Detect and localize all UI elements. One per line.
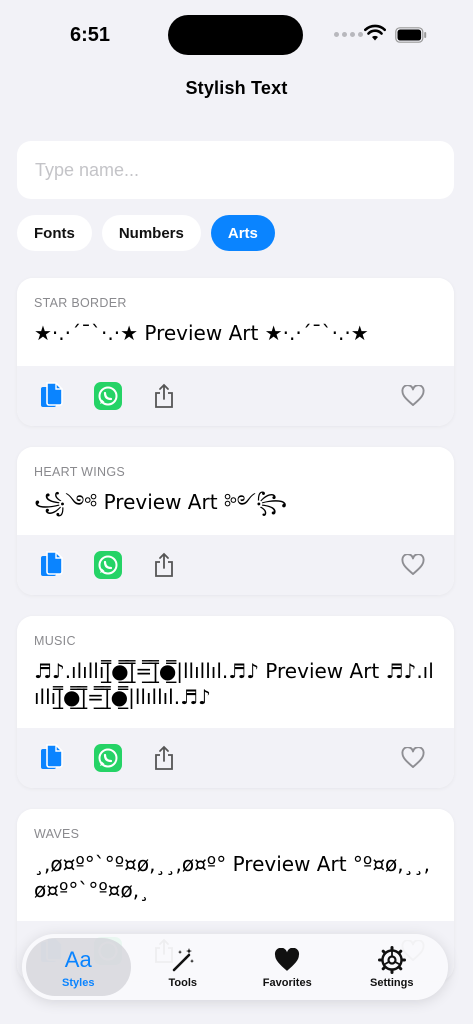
heart-outline-icon xyxy=(401,554,425,575)
card-actions xyxy=(17,366,454,426)
cellular-signal-icon xyxy=(334,32,363,37)
whatsapp-button[interactable] xyxy=(93,743,123,773)
share-icon xyxy=(155,745,173,770)
share-button[interactable] xyxy=(149,550,179,580)
share-icon xyxy=(155,552,173,577)
tab-label: Tools xyxy=(168,976,197,989)
tab-label: Settings xyxy=(370,976,414,989)
gear-icon xyxy=(377,945,406,974)
style-preview[interactable]: ꧁༺ Preview Art ༻꧂ xyxy=(34,489,437,515)
whatsapp-icon xyxy=(94,382,122,410)
status-time: 6:51 xyxy=(70,24,111,46)
battery-icon xyxy=(395,27,427,43)
wifi-icon xyxy=(364,24,386,41)
category-chips: Fonts Numbers Arts xyxy=(17,215,275,251)
copy-icon xyxy=(41,744,63,769)
copy-icon xyxy=(41,382,63,407)
aa-icon: Aa xyxy=(64,946,92,972)
copy-button[interactable] xyxy=(37,743,67,773)
tab-tools[interactable]: Tools xyxy=(131,938,236,996)
style-card: STAR BORDER ★·.·´¯`·.·★ Preview Art ★·.·… xyxy=(17,278,454,426)
style-preview[interactable]: ♬♪.ılıllı|̲̅̅●̲̅̅|̲̅̅=̲̅̅|̲̅̅●̲̅̅|llıllı… xyxy=(34,658,437,710)
style-preview[interactable]: ★·.·´¯`·.·★ Preview Art ★·.·´¯`·.·★ xyxy=(34,320,437,346)
style-card: MUSIC ♬♪.ılıllı|̲̅̅●̲̅̅|̲̅̅=̲̅̅|̲̅̅●̲̅̅|… xyxy=(17,616,454,788)
copy-button[interactable] xyxy=(37,550,67,580)
copy-button[interactable] xyxy=(37,381,67,411)
heart-outline-icon xyxy=(401,385,425,406)
status-bar: 6:51 xyxy=(0,0,473,70)
favorite-button[interactable] xyxy=(398,381,428,411)
whatsapp-icon xyxy=(94,551,122,579)
style-name: STAR BORDER xyxy=(34,296,127,310)
magic-wand-icon xyxy=(172,947,194,971)
tab-favorites[interactable]: Favorites xyxy=(235,938,340,996)
share-icon xyxy=(155,383,173,408)
style-card: HEART WINGS ꧁༺ Preview Art ༻꧂ xyxy=(17,447,454,595)
chip-fonts[interactable]: Fonts xyxy=(17,215,92,251)
card-actions xyxy=(17,728,454,788)
heart-icon xyxy=(275,947,300,971)
whatsapp-button[interactable] xyxy=(93,381,123,411)
chip-numbers[interactable]: Numbers xyxy=(101,215,201,251)
whatsapp-icon xyxy=(94,744,122,772)
favorite-button[interactable] xyxy=(398,550,428,580)
tab-bar: Aa Styles Tools Favorites Settings xyxy=(22,934,448,1000)
style-preview[interactable]: ¸,ø¤º°`°º¤ø,¸¸,ø¤º° Preview Art °º¤ø,¸¸,… xyxy=(34,851,437,903)
chip-arts[interactable]: Arts xyxy=(210,215,275,251)
tab-label: Favorites xyxy=(262,976,312,989)
card-actions xyxy=(17,535,454,595)
name-input[interactable] xyxy=(17,141,454,199)
heart-outline-icon xyxy=(401,747,425,768)
tab-settings[interactable]: Settings xyxy=(340,938,445,996)
favorite-button[interactable] xyxy=(398,743,428,773)
style-name: WAVES xyxy=(34,827,80,841)
tab-label: Styles xyxy=(62,976,95,989)
tab-styles[interactable]: Aa Styles xyxy=(26,938,131,996)
share-button[interactable] xyxy=(149,743,179,773)
share-button[interactable] xyxy=(149,381,179,411)
page-title: Stylish Text xyxy=(185,78,288,98)
copy-icon xyxy=(41,551,63,576)
style-name: HEART WINGS xyxy=(34,465,126,479)
style-name: MUSIC xyxy=(34,634,76,648)
dynamic-island xyxy=(168,15,303,55)
whatsapp-button[interactable] xyxy=(93,550,123,580)
